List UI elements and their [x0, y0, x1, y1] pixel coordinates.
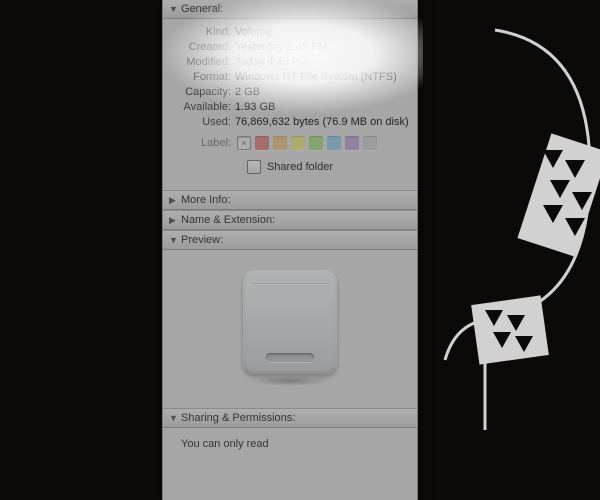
volume-drive-icon — [240, 270, 340, 388]
sharing-body: You can only read — [163, 428, 417, 460]
get-info-panel: ▼ General: Kind: Volume Created: Yesterd… — [162, 0, 418, 500]
row-created: Created: Yesterday 2:46 PM — [171, 40, 409, 55]
section-header-sharing[interactable]: ▼ Sharing & Permissions: — [163, 408, 417, 428]
section-title: More Info: — [181, 194, 231, 206]
disclosure-down-icon: ▼ — [169, 4, 179, 14]
value-modified: Today 4:45 PM — [235, 55, 409, 70]
label-created: Created: — [171, 40, 231, 55]
drive-slot — [266, 353, 314, 362]
section-header-more-info[interactable]: ▶ More Info: — [163, 190, 417, 210]
section-title: Sharing & Permissions: — [181, 412, 295, 424]
row-format: Format: Windows NT File System (NTFS) — [171, 70, 409, 85]
label-swatch-4[interactable] — [327, 136, 341, 150]
row-available: Available: 1.93 GB — [171, 100, 409, 115]
value-created: Yesterday 2:46 PM — [235, 40, 409, 55]
shared-folder-checkbox[interactable] — [247, 160, 261, 174]
label-used: Used: — [171, 115, 231, 130]
label-swatch-3[interactable] — [309, 136, 323, 150]
preview-body — [163, 250, 417, 408]
drive-shadow — [250, 376, 330, 386]
disclosure-right-icon: ▶ — [169, 195, 179, 206]
row-used: Used: 76,869,632 bytes (76.9 MB on disk) — [171, 115, 409, 130]
label-label: Label: — [171, 137, 231, 149]
desktop-wallpaper-art — [410, 0, 600, 500]
label-format: Format: — [171, 70, 231, 85]
value-capacity: 2 GB — [235, 85, 409, 100]
label-available: Available: — [171, 100, 231, 115]
drive-body — [243, 270, 337, 374]
label-swatch-list: × — [237, 136, 381, 150]
label-swatch-1[interactable] — [273, 136, 287, 150]
row-capacity: Capacity: 2 GB — [171, 85, 409, 100]
section-title: Preview: — [181, 234, 223, 246]
disclosure-down-icon: ▼ — [169, 235, 179, 245]
sharing-message: You can only read — [181, 438, 269, 450]
value-available: 1.93 GB — [235, 100, 409, 115]
value-used: 76,869,632 bytes (76.9 MB on disk) — [235, 115, 409, 130]
disclosure-down-icon: ▼ — [169, 413, 179, 423]
label-kind: Kind: — [171, 25, 231, 40]
desktop-background: ▼ General: Kind: Volume Created: Yesterd… — [0, 0, 600, 500]
label-swatch-5[interactable] — [345, 136, 359, 150]
row-shared-folder: Shared folder — [171, 150, 409, 184]
value-format: Windows NT File System (NTFS) — [235, 70, 409, 85]
disclosure-right-icon: ▶ — [169, 215, 179, 226]
label-swatch-0[interactable] — [255, 136, 269, 150]
label-capacity: Capacity: — [171, 85, 231, 100]
label-swatch-none[interactable]: × — [237, 136, 251, 150]
row-modified: Modified: Today 4:45 PM — [171, 55, 409, 70]
row-label-colors: Label: × — [171, 136, 409, 150]
general-section-body: Kind: Volume Created: Yesterday 2:46 PM … — [163, 19, 417, 190]
wallpaper-glyph — [415, 0, 600, 500]
label-swatch-2[interactable] — [291, 136, 305, 150]
section-header-general[interactable]: ▼ General: — [163, 0, 417, 19]
shared-folder-label: Shared folder — [267, 161, 333, 173]
value-kind: Volume — [235, 25, 409, 40]
section-title: General: — [181, 3, 223, 15]
row-kind: Kind: Volume — [171, 25, 409, 40]
label-modified: Modified: — [171, 55, 231, 70]
label-swatch-6[interactable] — [363, 136, 377, 150]
section-title: Name & Extension: — [181, 214, 275, 226]
section-header-preview[interactable]: ▼ Preview: — [163, 230, 417, 250]
drive-top-seam — [251, 283, 329, 284]
section-header-name-extension[interactable]: ▶ Name & Extension: — [163, 210, 417, 230]
